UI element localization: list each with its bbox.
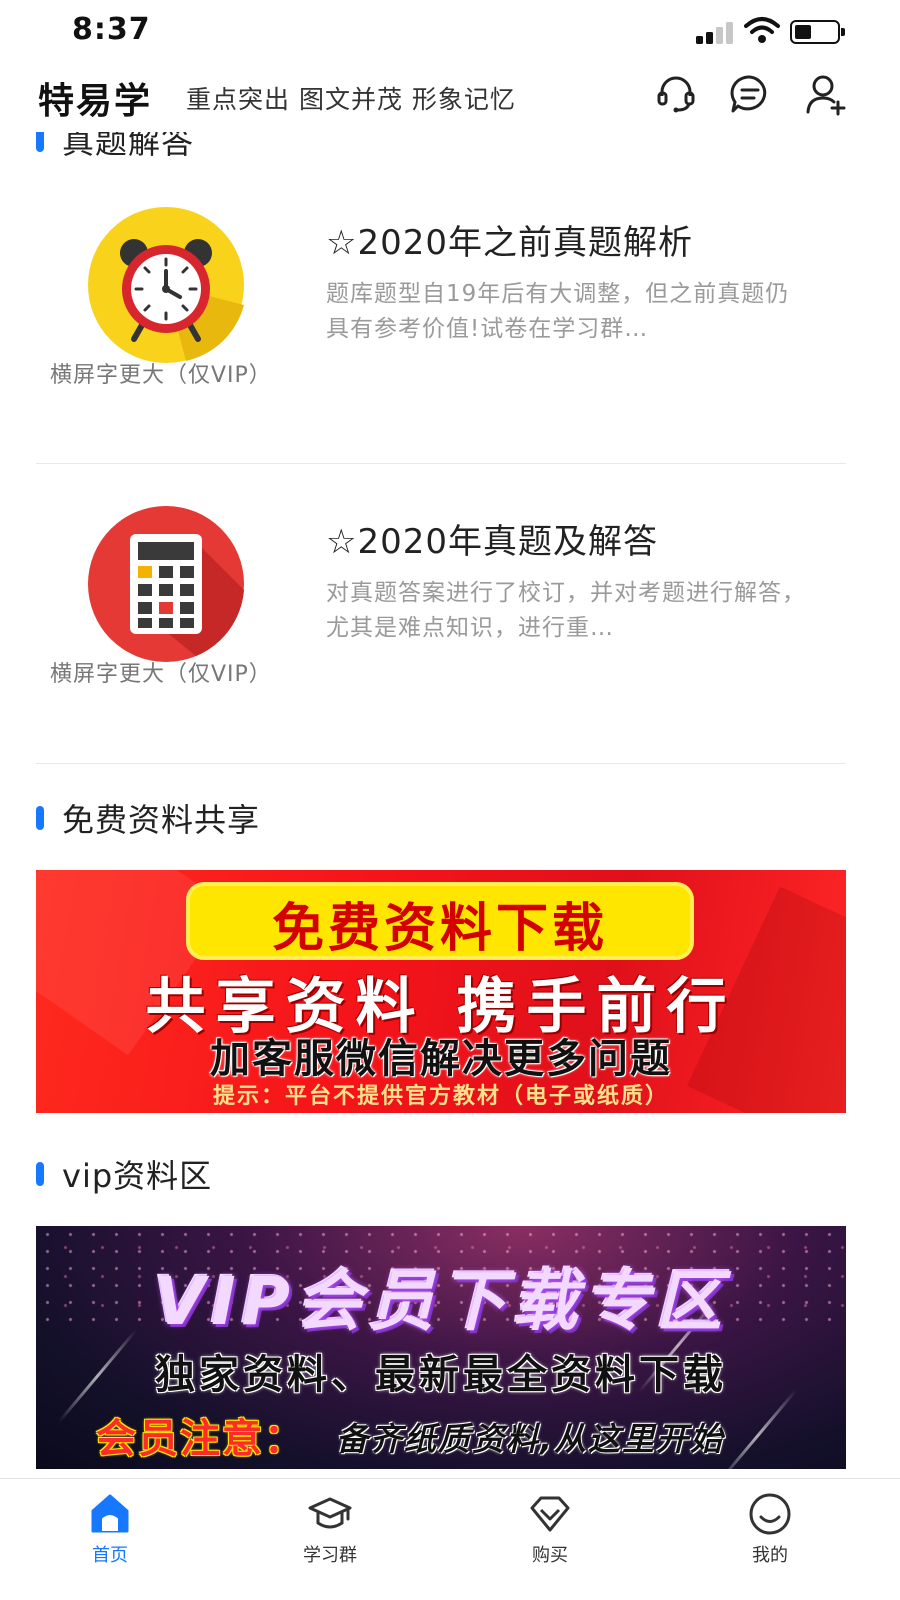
tab-label: 购买 [532, 1545, 568, 1566]
graduation-cap-icon [308, 1497, 352, 1529]
tab-label: 我的 [752, 1545, 788, 1566]
status-bar: 8:37 [0, 0, 900, 62]
section-title: vip资料区 [62, 1157, 213, 1195]
card-caption: 横屏字更大（仅VIP） [50, 363, 272, 388]
message-icon[interactable] [728, 72, 772, 116]
banner-slogan: 独家资料、最新最全资料下载 [155, 1352, 727, 1398]
banner-headline: 免费资料下载 [271, 899, 608, 959]
cellular-signal-icon [696, 20, 738, 44]
section-heading-vip-materials: vip资料区 [36, 1152, 212, 1196]
section-title: 真题解答 [62, 132, 195, 161]
section-title: 免费资料共享 [62, 801, 261, 839]
bottom-tab-bar: 首页 学习群 购买 我的 [0, 1478, 900, 1600]
tab-label: 首页 [92, 1545, 128, 1566]
section-marker [36, 806, 44, 830]
list-item-2020-exam-answers[interactable]: 横屏字更大（仅VIP） ☆2020年真题及解答 对真题答案进行了校订，并对考题进… [36, 464, 846, 764]
customer-service-icon[interactable] [654, 72, 698, 116]
banner-notice-text: 备齐纸质资料,从这里开始 [336, 1420, 725, 1458]
divider [36, 763, 846, 764]
card-title: ☆2020年之前真题解析 [326, 223, 694, 263]
free-materials-banner[interactable]: 免费资料下载 共享资料 携手前行 加客服微信解决更多问题 提示：平台不提供官方教… [36, 870, 846, 1113]
section-heading-exam-answers: 真题解答 [36, 132, 194, 162]
section-marker [36, 1162, 44, 1186]
tab-study-group[interactable]: 学习群 [270, 1491, 390, 1591]
smiley-icon [749, 1493, 791, 1535]
status-time: 8:37 [72, 12, 151, 47]
home-icon [91, 1494, 129, 1533]
section-heading-free-materials: 免费资料共享 [36, 796, 260, 840]
tab-purchase[interactable]: 购买 [490, 1491, 610, 1591]
battery-icon [790, 20, 845, 44]
add-user-icon[interactable] [804, 72, 848, 116]
vip-download-banner[interactable]: VIP会员下载专区 独家资料、最新最全资料下载 会员注意： 备齐纸质资料,从这里… [36, 1226, 846, 1469]
section-exam-answers-clip: 真题解答 [0, 132, 900, 162]
tab-label: 学习群 [303, 1545, 357, 1566]
banner-notice-label: 会员注意： [96, 1416, 306, 1462]
calculator-icon [86, 504, 246, 664]
app-brand: 特易学 [38, 81, 153, 122]
banner-subline: 加客服微信解决更多问题 [210, 1036, 672, 1082]
banner-headline: VIP会员下载专区 [153, 1263, 728, 1340]
card-description: 题库题型自19年后有大调整，但之前真题仍具有参考价值!试卷在学习群… [326, 281, 790, 342]
diamond-icon [530, 1496, 570, 1532]
alarm-clock-icon [86, 205, 246, 365]
card-caption: 横屏字更大（仅VIP） [50, 662, 272, 687]
wifi-icon [744, 16, 780, 44]
card-title: ☆2020年真题及解答 [326, 522, 659, 562]
section-marker [36, 132, 44, 152]
app-header: 特易学 重点突出 图文并茂 形象记忆 [0, 62, 900, 132]
list-item-pre2020-analysis[interactable]: 横屏字更大（仅VIP） ☆2020年之前真题解析 题库题型自19年后有大调整，但… [36, 165, 846, 465]
card-description: 对真题答案进行了校订，并对考题进行解答，尤其是难点知识，进行重… [326, 580, 806, 641]
app-tagline: 重点突出 图文并茂 形象记忆 [186, 85, 516, 114]
tab-mine[interactable]: 我的 [710, 1491, 830, 1591]
banner-note: 提示：平台不提供官方教材（电子或纸质） [212, 1084, 669, 1109]
tab-home[interactable]: 首页 [50, 1491, 170, 1591]
